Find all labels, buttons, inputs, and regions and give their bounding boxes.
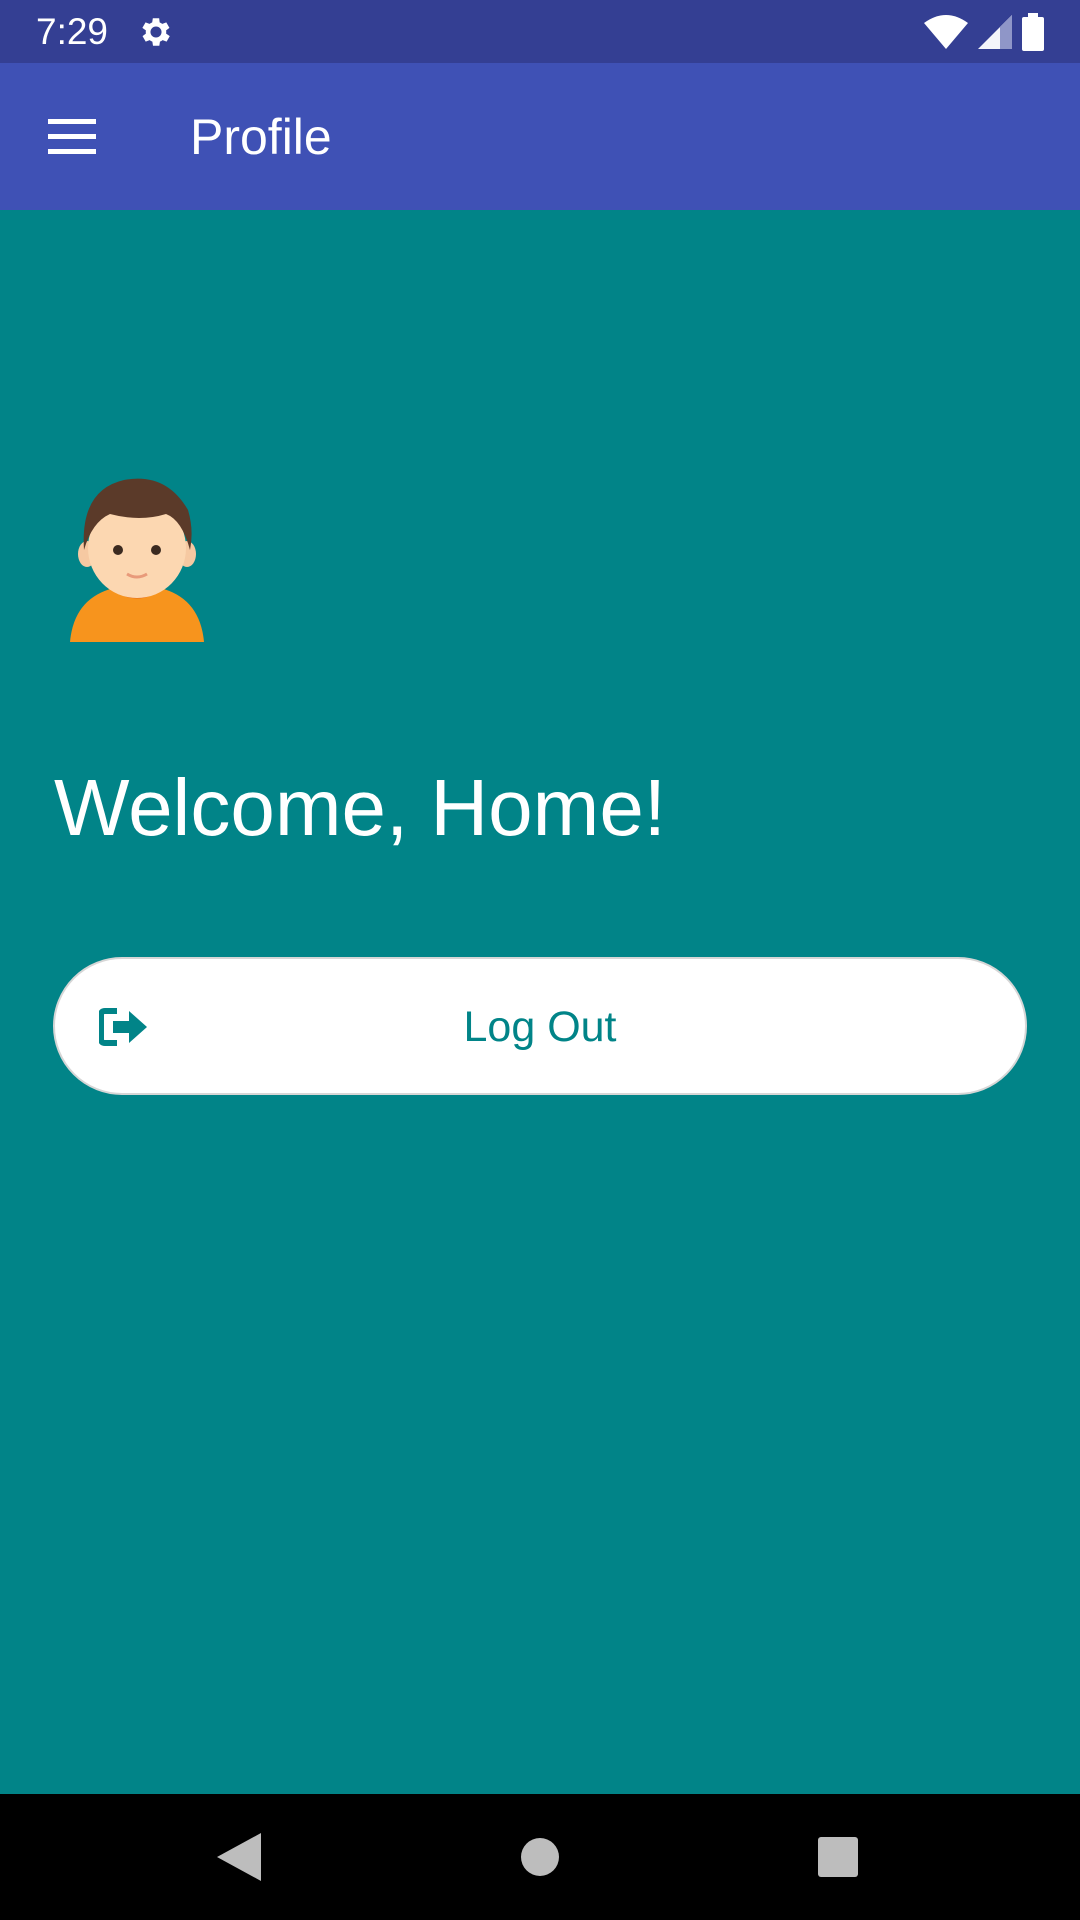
status-icons: [924, 12, 1044, 52]
battery-icon: [1022, 13, 1044, 51]
nav-recents-button[interactable]: [805, 1824, 871, 1890]
gear-icon: [142, 18, 170, 46]
nav-back-button[interactable]: [206, 1824, 272, 1890]
logout-button[interactable]: Log Out: [53, 957, 1027, 1095]
profile-content: Welcome, Home! Log Out: [0, 210, 1080, 1794]
nav-home-button[interactable]: [507, 1824, 573, 1890]
signal-icon: [978, 15, 1012, 49]
page-title: Profile: [190, 109, 332, 165]
status-bar: 7:29: [0, 0, 1080, 63]
logout-label: Log Out: [463, 1003, 617, 1051]
app-bar: Profile: [0, 63, 1080, 210]
recents-icon: [818, 1837, 858, 1877]
back-icon: [217, 1833, 261, 1881]
hamburger-menu-icon: [48, 119, 96, 154]
wifi-icon: [924, 15, 968, 49]
system-nav-bar: [0, 1794, 1080, 1920]
status-time: 7:29: [36, 11, 109, 52]
menu-button[interactable]: [32, 103, 112, 171]
welcome-heading: Welcome, Home!: [54, 763, 667, 852]
home-icon: [521, 1838, 559, 1876]
person-avatar-icon: [70, 478, 204, 642]
